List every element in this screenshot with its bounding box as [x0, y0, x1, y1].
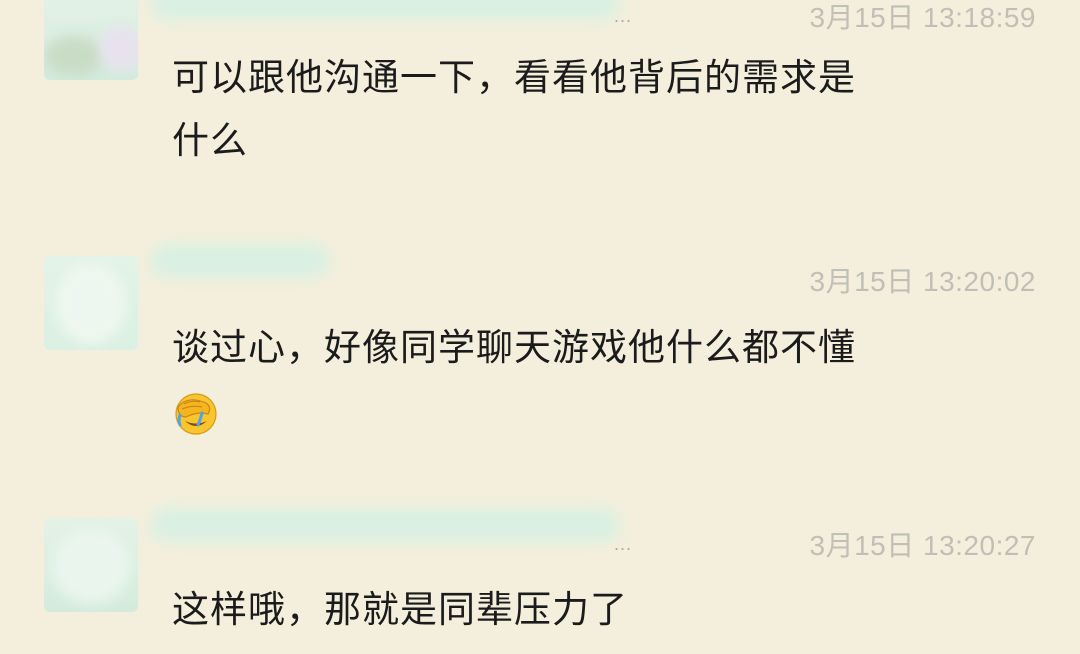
message-text-line: 这样哦，那就是同辈压力了	[172, 588, 628, 631]
sender-name-ellipsis: ...	[614, 534, 633, 554]
sender-name	[150, 508, 620, 542]
message-text[interactable]: 这样哦，那就是同辈压力了	[172, 578, 1032, 641]
chat-message: ... 3月15日 13:20:27 这样哦，那就是同辈压力了	[0, 0, 1080, 654]
message-timestamp: 3月15日 13:20:27	[809, 530, 1036, 561]
avatar[interactable]	[44, 518, 138, 612]
